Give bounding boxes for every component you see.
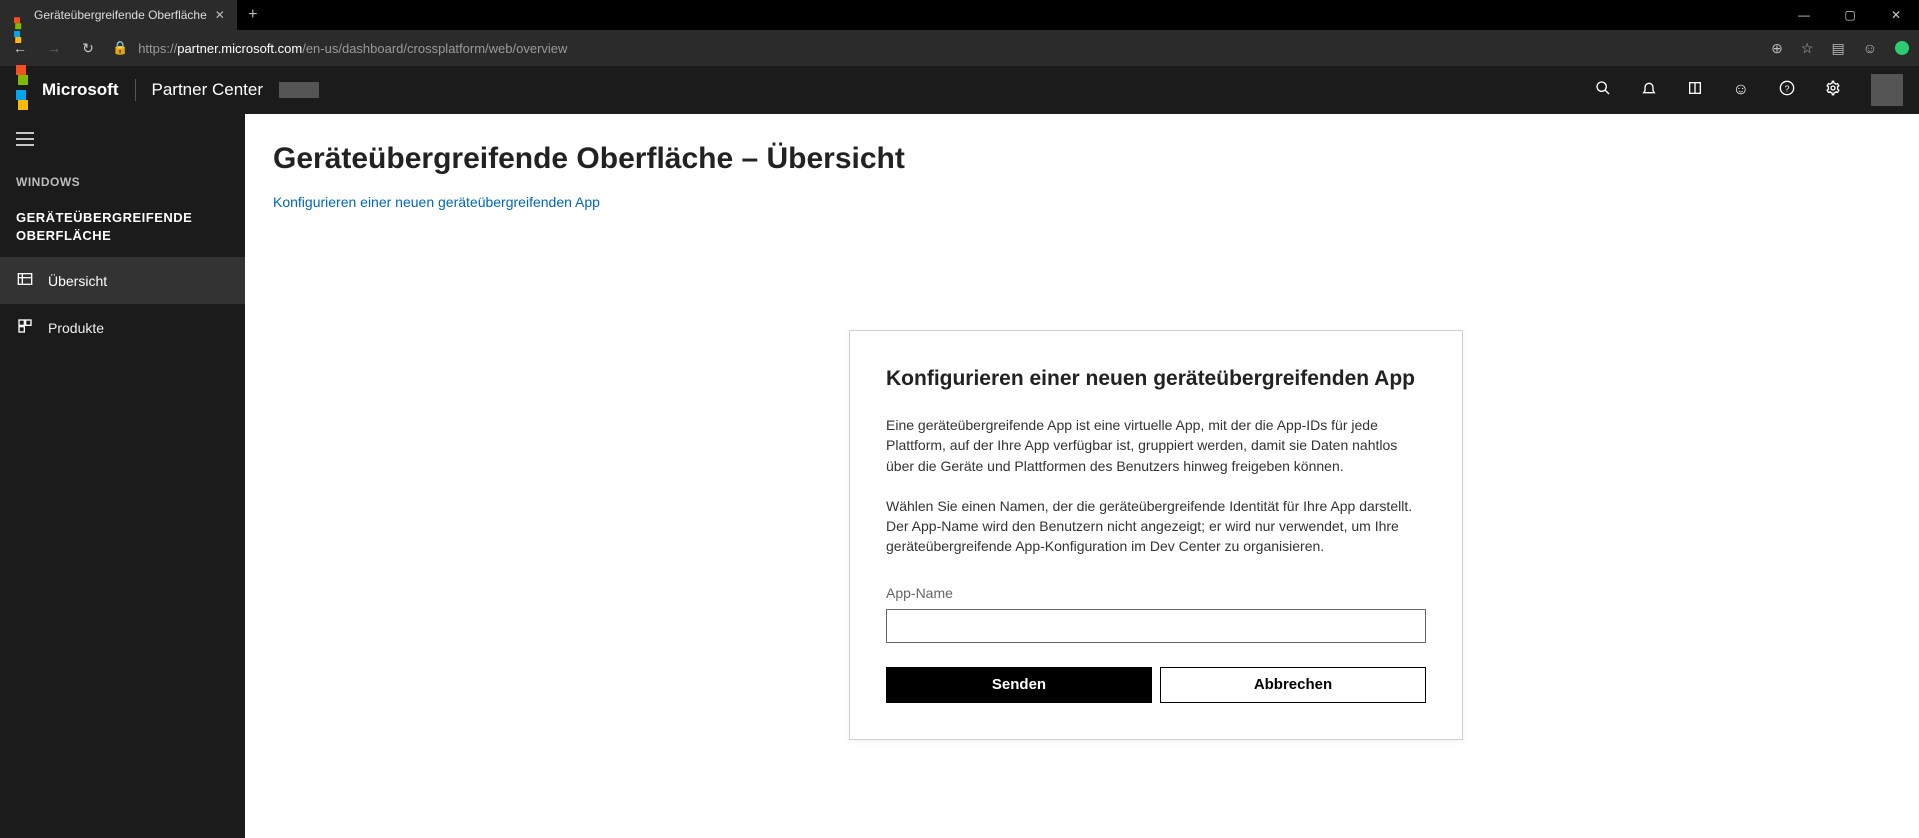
dialog-title: Konfigurieren einer neuen geräteübergrei…	[886, 367, 1426, 391]
profile-icon[interactable]	[1895, 41, 1909, 55]
new-tab-button[interactable]: +	[237, 0, 269, 30]
cancel-button[interactable]: Abbrechen	[1160, 667, 1426, 703]
hamburger-menu-icon[interactable]	[0, 126, 245, 167]
window-minimize-button[interactable]: ―	[1781, 0, 1827, 30]
feedback-icon[interactable]: ☺	[1733, 81, 1749, 99]
sidebar-item-products[interactable]: Produkte	[0, 304, 245, 351]
header-badge	[279, 82, 319, 98]
configure-app-dialog: Konfigurieren einer neuen geräteübergrei…	[849, 330, 1463, 740]
zoom-icon[interactable]: ⊕	[1771, 40, 1783, 57]
tab-title: Geräteübergreifende Oberfläche	[34, 8, 207, 22]
sidebar-section-title: GERÄTEÜBERGREIFENDE OBERFLÄCHE	[0, 197, 245, 257]
page-title: Geräteübergreifende Oberfläche – Übersic…	[273, 142, 1891, 176]
extension-icon[interactable]: ▤	[1831, 40, 1844, 57]
sidebar-item-label: Produkte	[48, 320, 104, 336]
user-avatar[interactable]	[1871, 74, 1903, 106]
nav-refresh-icon[interactable]: ↻	[78, 40, 98, 57]
url-scheme: https://	[138, 41, 177, 56]
brand-label: Microsoft	[42, 80, 119, 100]
sidebar-category: WINDOWS	[0, 167, 245, 197]
search-icon[interactable]	[1595, 80, 1611, 101]
submit-button[interactable]: Senden	[886, 667, 1152, 703]
product-label: Partner Center	[152, 80, 264, 100]
notifications-icon[interactable]	[1641, 80, 1657, 101]
header-divider	[135, 79, 136, 101]
dialog-paragraph-1: Eine geräteübergreifende App ist eine vi…	[886, 415, 1426, 476]
url-display[interactable]: 🔒 https://partner.microsoft.com/en-us/da…	[112, 40, 567, 56]
ticket-icon[interactable]	[1687, 80, 1703, 101]
main-content: Geräteübergreifende Oberfläche – Übersic…	[245, 114, 1919, 838]
configure-new-app-link[interactable]: Konfigurieren einer neuen geräteübergrei…	[273, 194, 600, 210]
url-path: /en-us/dashboard/crossplatform/web/overv…	[302, 41, 567, 56]
settings-gear-icon[interactable]	[1825, 80, 1841, 101]
lock-icon: 🔒	[112, 40, 128, 56]
app-name-label: App-Name	[886, 585, 1426, 601]
dialog-paragraph-2: Wählen Sie einen Namen, der die geräteüb…	[886, 496, 1426, 557]
products-icon	[16, 318, 34, 337]
partner-center-header: Microsoft Partner Center ☺ ?	[0, 66, 1919, 114]
browser-tab[interactable]: Geräteübergreifende Oberfläche ✕	[0, 0, 237, 30]
overview-icon	[16, 271, 34, 290]
browser-tabstrip: Geräteübergreifende Oberfläche ✕ + ― ▢ ✕	[0, 0, 1919, 30]
tab-favicon	[12, 8, 26, 22]
microsoft-logo-icon	[16, 65, 26, 115]
close-tab-icon[interactable]: ✕	[215, 8, 225, 22]
sidebar-item-label: Übersicht	[48, 273, 107, 289]
face-icon[interactable]: ☺	[1863, 40, 1877, 56]
nav-forward-icon: →	[44, 40, 64, 56]
favorite-icon[interactable]: ☆	[1801, 40, 1814, 57]
svg-text:?: ?	[1785, 83, 1790, 93]
app-name-input[interactable]	[886, 609, 1426, 643]
help-icon[interactable]: ?	[1779, 80, 1795, 101]
window-maximize-button[interactable]: ▢	[1827, 0, 1873, 30]
url-host: partner.microsoft.com	[177, 41, 302, 56]
browser-addressbar: ← → ↻ 🔒 https://partner.microsoft.com/en…	[0, 30, 1919, 66]
sidebar-item-overview[interactable]: Übersicht	[0, 257, 245, 304]
window-close-button[interactable]: ✕	[1873, 0, 1919, 30]
sidebar: WINDOWS GERÄTEÜBERGREIFENDE OBERFLÄCHE Ü…	[0, 114, 245, 838]
